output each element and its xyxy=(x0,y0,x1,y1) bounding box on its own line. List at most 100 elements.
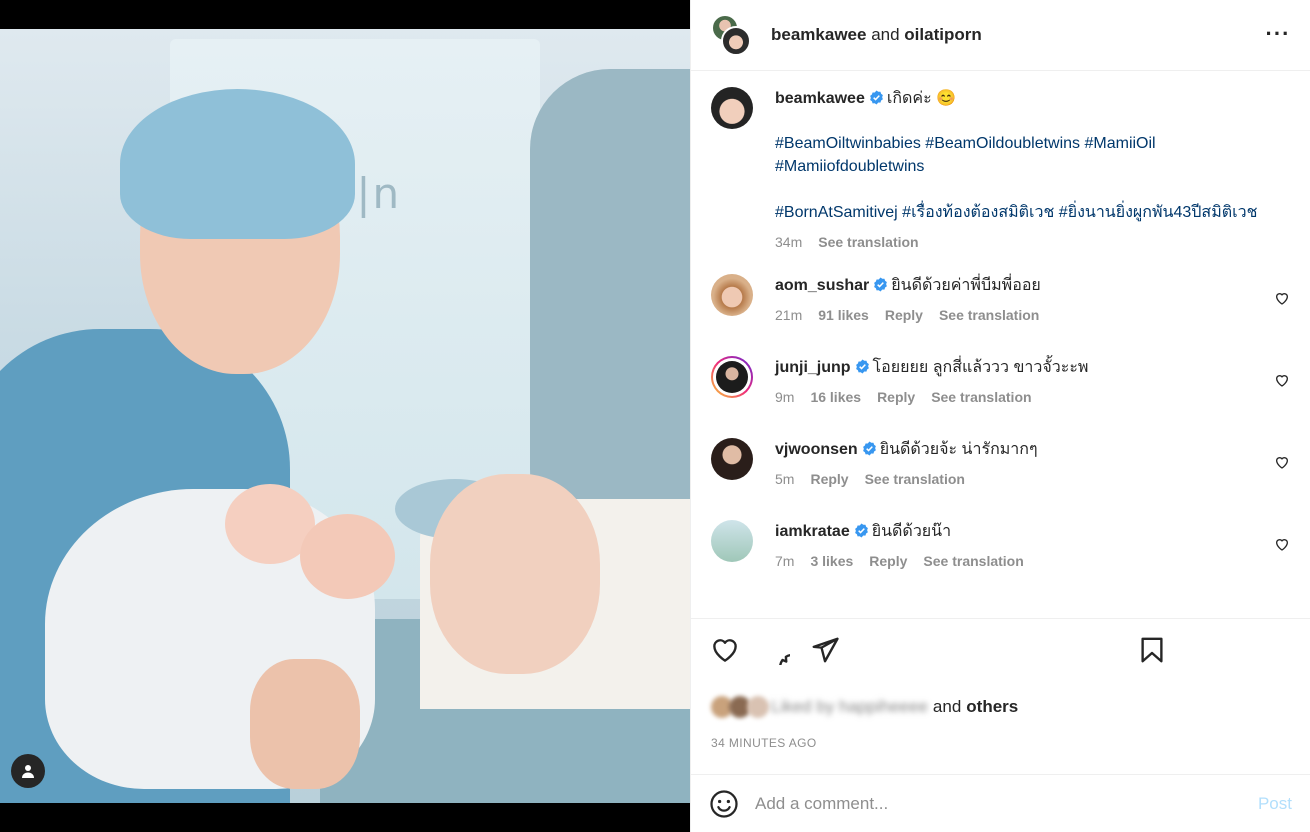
avatar xyxy=(716,361,748,393)
comment-username[interactable]: vjwoonsen xyxy=(775,441,858,458)
comment-meta: 7m 3 likes Reply See translation xyxy=(775,550,1290,573)
collab-avatars[interactable] xyxy=(711,14,753,56)
comment-body: junji_junp โอยยยย ลูกสี่แล้ววว ขาวจั้วะะพ… xyxy=(775,356,1290,420)
comment-like-button[interactable] xyxy=(1274,536,1290,552)
liked-by-text[interactable]: Liked by happiheeee xyxy=(771,697,928,717)
see-translation-link[interactable]: See translation xyxy=(931,386,1031,409)
comment-item: aom_sushar ยินดีด้วยค่าพี่บีมพี่ออย 21m 9… xyxy=(711,274,1290,338)
save-icon xyxy=(1141,637,1163,662)
see-translation-link[interactable]: See translation xyxy=(923,550,1023,573)
photo-hands xyxy=(250,659,360,789)
comments-list[interactable]: beamkawee เกิดค่ะ 😊 #BeamOiltwinbabies #B… xyxy=(691,71,1310,618)
reply-button[interactable]: Reply xyxy=(877,386,915,409)
post-photo[interactable]: bo|n xyxy=(0,29,690,803)
comment-username[interactable]: iamkratae xyxy=(775,523,850,540)
comment-likes[interactable]: 91 likes xyxy=(818,304,869,327)
likes-connector: and xyxy=(932,697,962,716)
liked-by-avatars xyxy=(711,696,769,718)
comment-likes[interactable]: 16 likes xyxy=(810,386,861,409)
coauthor-username-link[interactable]: oilatiporn xyxy=(904,25,981,44)
comment-meta: 5m Reply See translation xyxy=(775,468,1290,491)
verified-icon xyxy=(874,277,888,292)
reply-button[interactable]: Reply xyxy=(869,550,907,573)
caption-meta: 34m See translation xyxy=(775,231,1290,254)
see-translation-link[interactable]: See translation xyxy=(818,231,918,254)
post-caption: beamkawee เกิดค่ะ 😊 #BeamOiltwinbabies #B… xyxy=(711,87,1290,254)
comment-like-button[interactable] xyxy=(1274,454,1290,470)
comment-text: โอยยยย ลูกสี่แล้ววว ขาวจั้วะะพ xyxy=(872,359,1089,376)
caption-body: beamkawee เกิดค่ะ 😊 #BeamOiltwinbabies #B… xyxy=(775,87,1290,254)
owner-username-link[interactable]: beamkawee xyxy=(771,25,866,44)
photo-baby-face xyxy=(300,514,395,599)
avatar[interactable] xyxy=(711,520,753,562)
more-icon: ··· xyxy=(1265,21,1291,46)
likes-others-link[interactable]: others xyxy=(966,697,1018,717)
hashtag-line[interactable]: #BeamOiltwinbabies #BeamOildoubletwins #… xyxy=(775,132,1290,178)
share-icon xyxy=(812,637,839,662)
emoji-icon xyxy=(710,789,738,818)
like-button[interactable] xyxy=(709,634,741,666)
comment-item: junji_junp โอยยยย ลูกสี่แล้ววว ขาวจั้วะะพ… xyxy=(711,356,1290,420)
caption-username[interactable]: beamkawee xyxy=(775,90,865,107)
more-options-button[interactable]: ··· xyxy=(1264,22,1292,46)
caption-text: เกิดค่ะ 😊 xyxy=(886,90,957,107)
see-translation-link[interactable]: See translation xyxy=(865,468,965,491)
like-icon xyxy=(713,638,737,662)
comment-like-button[interactable] xyxy=(1274,372,1290,388)
verified-icon xyxy=(855,359,869,374)
heart-icon xyxy=(1275,457,1289,469)
heart-icon xyxy=(1275,293,1289,305)
share-button[interactable] xyxy=(809,634,841,666)
user-tag-icon xyxy=(22,765,34,778)
comment-like-button[interactable] xyxy=(1274,290,1290,306)
comment-meta: 9m 16 likes Reply See translation xyxy=(775,386,1290,409)
heart-icon xyxy=(1275,539,1289,551)
verified-icon xyxy=(854,523,868,538)
comment-item: vjwoonsen ยินดีด้วยจ้ะ น่ารักมากๆ 5m Repl… xyxy=(711,438,1290,502)
comment-time[interactable]: 21m xyxy=(775,304,802,327)
comment-text: ยินดีด้วยน๊า xyxy=(871,523,952,540)
comment-button[interactable] xyxy=(759,634,791,666)
heart-icon xyxy=(1275,375,1289,387)
post-media: bo|n xyxy=(0,0,690,832)
post-timestamp[interactable]: 34 MINUTES AGO xyxy=(691,724,1310,774)
comment-body: iamkratae ยินดีด้วยน๊า 7m 3 likes Reply S… xyxy=(775,520,1290,584)
add-comment-bar: Post xyxy=(691,774,1310,832)
likes-summary[interactable]: Liked by happiheeee and others xyxy=(691,680,1310,724)
verified-icon xyxy=(869,90,883,105)
comment-icon xyxy=(779,653,790,665)
comment-time[interactable]: 7m xyxy=(775,550,794,573)
hashtag-line[interactable]: #BornAtSamitivej #เรื่องท้องต้องสมิติเวช… xyxy=(775,201,1290,224)
post-sidebar: beamkawee and oilatiporn ··· beamkawee เก… xyxy=(690,0,1310,832)
comment-body: vjwoonsen ยินดีด้วยจ้ะ น่ารักมากๆ 5m Repl… xyxy=(775,438,1290,502)
connector-text: and xyxy=(871,25,900,44)
reply-button[interactable]: Reply xyxy=(885,304,923,327)
save-button[interactable] xyxy=(1136,634,1168,666)
comment-username[interactable]: aom_sushar xyxy=(775,277,869,294)
comment-username[interactable]: junji_junp xyxy=(775,359,851,376)
comment-body: aom_sushar ยินดีด้วยค่าพี่บีมพี่ออย 21m 9… xyxy=(775,274,1290,338)
comment-text: ยินดีด้วยจ้ะ น่ารักมากๆ xyxy=(879,441,1038,458)
user-tag-button[interactable] xyxy=(11,754,45,788)
collab-names: beamkawee and oilatiporn xyxy=(771,25,982,45)
post-header: beamkawee and oilatiporn ··· xyxy=(691,0,1310,71)
comment-time[interactable]: 5m xyxy=(775,468,794,491)
avatar[interactable] xyxy=(711,438,753,480)
comment-likes[interactable]: 3 likes xyxy=(810,550,853,573)
post-actions-bar xyxy=(691,618,1310,680)
comment-item: iamkratae ยินดีด้วยน๊า 7m 3 likes Reply S… xyxy=(711,520,1290,584)
comment-text: ยินดีด้วยค่าพี่บีมพี่ออย xyxy=(891,277,1041,294)
instagram-post-modal: bo|n beamkawee and xyxy=(0,0,1310,832)
comment-time[interactable]: 9m xyxy=(775,386,794,409)
comment-input[interactable] xyxy=(755,793,1258,814)
emoji-button[interactable] xyxy=(709,789,739,819)
avatar[interactable] xyxy=(711,87,753,129)
photo-father-cap xyxy=(120,89,355,239)
caption-time[interactable]: 34m xyxy=(775,231,802,254)
see-translation-link[interactable]: See translation xyxy=(939,304,1039,327)
avatar[interactable] xyxy=(711,274,753,316)
avatar-story-ring[interactable] xyxy=(711,356,753,398)
post-comment-button[interactable]: Post xyxy=(1258,794,1292,814)
reply-button[interactable]: Reply xyxy=(810,468,848,491)
caption-hashtags: #BeamOiltwinbabies #BeamOildoubletwins #… xyxy=(775,132,1290,224)
